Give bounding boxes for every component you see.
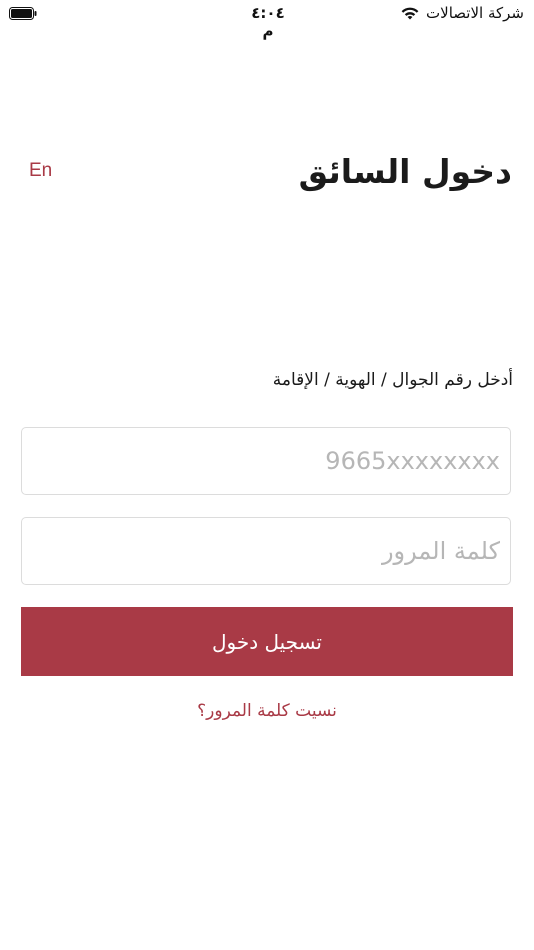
language-toggle-button[interactable]: En bbox=[29, 160, 52, 182]
status-bar: ٤:٠٤ م شركة الاتصالات bbox=[0, 0, 534, 40]
phone-input[interactable] bbox=[22, 428, 510, 494]
password-input[interactable] bbox=[22, 518, 510, 584]
page-title: دخول السائق bbox=[298, 152, 512, 191]
carrier-name: شركة الاتصالات bbox=[426, 4, 524, 22]
password-input-container bbox=[21, 517, 511, 585]
id-field-label: أدخل رقم الجوال / الهوية / الإقامة bbox=[272, 370, 513, 390]
status-carrier: شركة الاتصالات bbox=[400, 4, 524, 22]
login-button[interactable]: تسجيل دخول bbox=[21, 607, 513, 676]
battery-icon bbox=[9, 7, 37, 20]
forgot-password-link[interactable]: نسيت كلمة المرور؟ bbox=[0, 701, 534, 721]
phone-input-container bbox=[21, 427, 511, 495]
wifi-icon bbox=[401, 7, 419, 19]
status-time: ٤:٠٤ م bbox=[251, 4, 285, 40]
